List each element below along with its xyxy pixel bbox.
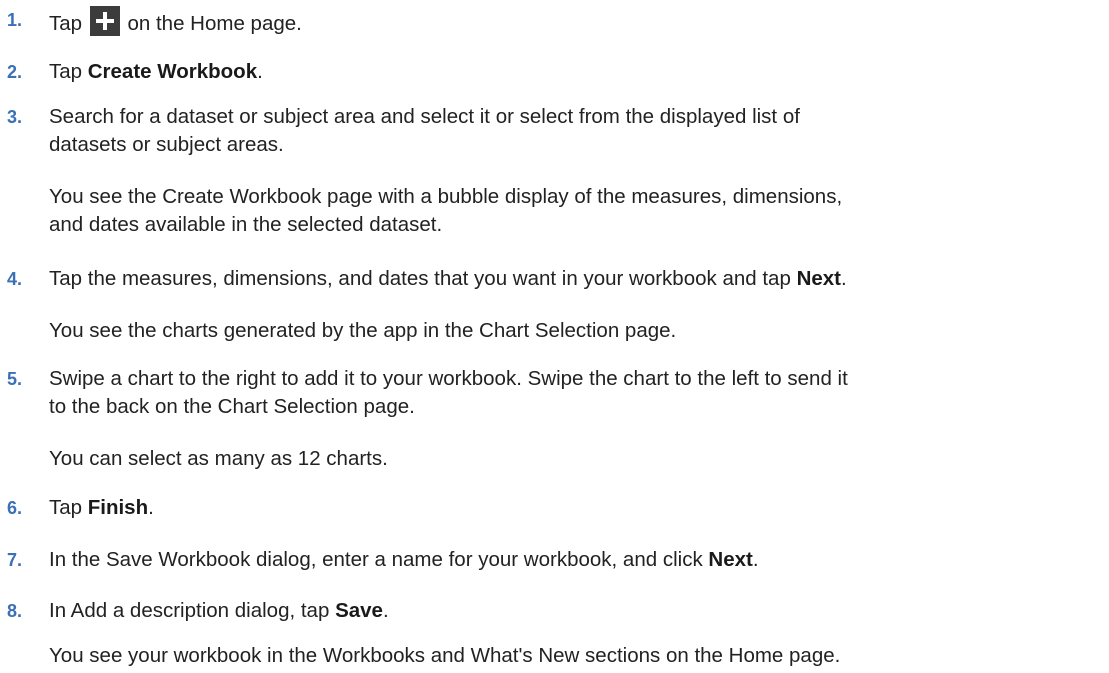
step-number: 5. bbox=[7, 369, 23, 389]
step-text-line-1: Swipe a chart to the right to add it to … bbox=[49, 367, 848, 390]
step-text-pre: Tap bbox=[49, 496, 88, 519]
plus-icon bbox=[89, 6, 120, 36]
ui-term: Next bbox=[708, 548, 753, 571]
step-text-line-2: to the back on the Chart Selection page. bbox=[49, 395, 415, 418]
step-text: In the Save Workbook dialog, enter a nam… bbox=[49, 546, 1107, 574]
step-number: 8. bbox=[7, 601, 23, 621]
step-number: 1. bbox=[7, 10, 23, 30]
step-text-post: . bbox=[841, 267, 847, 290]
step-number: 3. bbox=[7, 107, 23, 127]
step-result: You see your workbook in the Workbooks a… bbox=[49, 644, 841, 667]
step-number: 4. bbox=[7, 269, 23, 289]
step-result-line-2: and dates available in the selected data… bbox=[49, 213, 443, 236]
step-number: 7. bbox=[7, 550, 23, 570]
step-text-pre: Tap bbox=[49, 12, 83, 35]
ui-term: Finish bbox=[87, 496, 149, 519]
step-text-pre: In the Save Workbook dialog, enter a nam… bbox=[49, 548, 709, 571]
step-text-post: . bbox=[148, 496, 154, 519]
ui-term: Save bbox=[335, 599, 383, 622]
step-text-line-1: Search for a dataset or subject area and… bbox=[49, 105, 800, 128]
step-text: Tap the measures, dimensions, and dates … bbox=[49, 265, 1107, 293]
step-text: In Add a description dialog, tap Save. bbox=[49, 597, 1107, 625]
step-text-pre: Tap bbox=[49, 60, 88, 83]
step-result: You see the charts generated by the app … bbox=[49, 319, 677, 342]
step-text-pre: Tap the measures, dimensions, and dates … bbox=[49, 267, 797, 290]
step-text-post: on the Home page. bbox=[127, 12, 302, 35]
step-result: You can select as many as 12 charts. bbox=[49, 447, 388, 470]
step-text: Tap on the Home page. bbox=[49, 6, 1107, 38]
ui-term: Next bbox=[796, 267, 841, 290]
step-text-line-2: datasets or subject areas. bbox=[49, 133, 284, 156]
step-text-pre: In Add a description dialog, tap bbox=[49, 599, 336, 622]
step-result-line-1: You see the Create Workbook page with a … bbox=[49, 185, 843, 208]
step-number: 2. bbox=[7, 62, 23, 82]
step-text: Tap Create Workbook. bbox=[49, 58, 1107, 86]
ui-term: Create Workbook bbox=[87, 60, 258, 83]
step-text-post: . bbox=[257, 60, 263, 83]
step-text-post: . bbox=[752, 548, 759, 571]
step-number: 6. bbox=[7, 498, 23, 518]
step-text: Tap Finish. bbox=[49, 494, 1107, 522]
step-text-post: . bbox=[382, 599, 389, 622]
